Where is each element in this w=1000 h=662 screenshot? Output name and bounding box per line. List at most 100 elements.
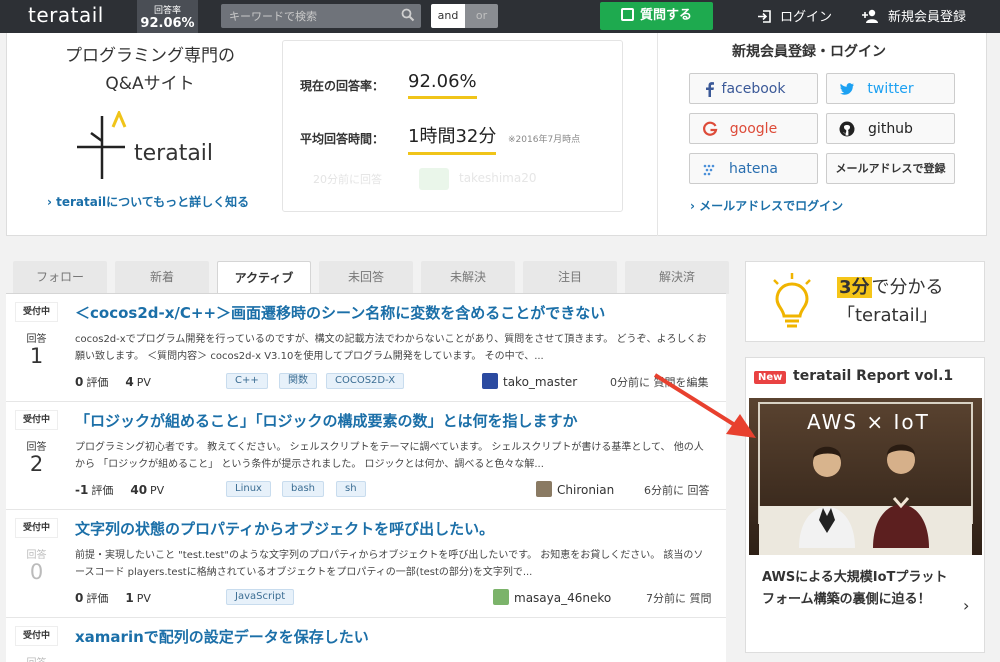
question-user[interactable]: Chironian bbox=[536, 481, 614, 497]
question-title[interactable]: 文字列の状態のプロパティからオブジェクトを呼び出したい。 bbox=[75, 518, 725, 539]
tagline-line-2: Q&Aサイト bbox=[105, 74, 195, 94]
answer-count-label: 回答 bbox=[26, 334, 47, 345]
top-header: teratail 回答率 92.06% and or 質問する ログイン 新規会… bbox=[0, 0, 1000, 33]
score-value: -1 bbox=[75, 483, 89, 497]
email-register-label: メールアドレスで登録 bbox=[835, 162, 946, 175]
tag[interactable]: COCOS2D-X bbox=[326, 373, 405, 389]
avatar bbox=[493, 589, 509, 605]
login-icon bbox=[758, 10, 771, 23]
tab-unresolved[interactable]: 未解決 bbox=[421, 261, 515, 294]
about-ad-text: 3分 で分かる 「teratail」 bbox=[837, 274, 944, 330]
report-card[interactable]: New teratail Report vol.1 AWS × IoT AWSに… bbox=[745, 357, 985, 653]
twitter-button[interactable]: twitter bbox=[826, 73, 955, 104]
status-badge: 受付中 bbox=[16, 519, 57, 537]
tag[interactable]: sh bbox=[336, 481, 366, 497]
question-list: 受付中 回答 1 ＜cocos2d-x/C++＞画面遷移時のシーン名称に変数を含… bbox=[6, 294, 726, 662]
tagline-line-1: プログラミング専門の bbox=[65, 46, 235, 66]
facebook-button[interactable]: facebook bbox=[689, 73, 818, 104]
user-name: tako_master bbox=[503, 375, 578, 389]
answer-rate-label: 回答率 bbox=[153, 6, 181, 16]
login-link[interactable]: ログイン bbox=[757, 6, 832, 25]
question-item: 受付中 回答 2 「ロジックが組めること」「ロジックの構成要素の数」とは何を指し… bbox=[6, 402, 726, 510]
report-photo-caption: AWS × IoT bbox=[807, 410, 930, 434]
search-icon[interactable] bbox=[401, 8, 415, 22]
answer-count-label: 回答 bbox=[16, 654, 57, 662]
pv-value: 1 bbox=[125, 591, 134, 605]
intro-band: プログラミング専門の Q&Aサイト teratail › teratailについ… bbox=[6, 33, 987, 236]
faded-user: takeshima20 bbox=[459, 171, 537, 185]
and-option[interactable]: and bbox=[431, 4, 465, 28]
status-badge: 受付中 bbox=[16, 411, 57, 429]
signup-link[interactable]: 新規会員登録 bbox=[862, 6, 966, 25]
about-teratail-label: teratailについてもっと詳しく知る bbox=[56, 195, 250, 209]
answer-count: 0 bbox=[29, 560, 44, 584]
question-time: 0分前に 質問を編集 bbox=[610, 376, 709, 389]
pv-label: PV bbox=[150, 484, 165, 497]
tab-resolved[interactable]: 解決済 bbox=[625, 261, 729, 294]
status-badge: 受付中 bbox=[16, 627, 57, 645]
faded-activity: 20分前に回答 bbox=[313, 173, 382, 186]
ad-highlight: 3分 bbox=[837, 277, 872, 298]
pv-label: PV bbox=[136, 376, 151, 389]
google-button[interactable]: google bbox=[689, 113, 818, 144]
tab-unanswered[interactable]: 未回答 bbox=[319, 261, 413, 294]
chevron-right-icon: › bbox=[963, 596, 970, 615]
twitter-label: twitter bbox=[867, 81, 914, 97]
tab-follow[interactable]: フォロー bbox=[13, 261, 107, 294]
tag[interactable]: Linux bbox=[226, 481, 271, 497]
avatar bbox=[482, 373, 498, 389]
add-user-icon bbox=[862, 9, 878, 23]
github-button[interactable]: github bbox=[826, 113, 955, 144]
about-ad-banner[interactable]: 3分 で分かる 「teratail」 bbox=[745, 261, 985, 342]
facebook-icon bbox=[706, 82, 714, 97]
about-teratail-link[interactable]: › teratailについてもっと詳しく知る bbox=[47, 193, 249, 210]
tag[interactable]: C++ bbox=[226, 373, 268, 389]
avg-time-value: 1時間32分 bbox=[408, 122, 497, 155]
question-title[interactable]: 「ロジックが組めること」「ロジックの構成要素の数」とは何を指しますか bbox=[75, 410, 725, 431]
score-label: 評価 bbox=[86, 376, 109, 389]
answer-count-label: 回答 bbox=[26, 442, 47, 453]
avg-time-note: ※2016年7月時点 bbox=[508, 135, 581, 145]
question-item: 受付中 回答 0 文字列の状態のプロパティからオブジェクトを呼び出したい。 前提… bbox=[6, 510, 726, 618]
answer-count: 2 bbox=[29, 452, 44, 476]
hatena-button[interactable]: hatena bbox=[689, 153, 818, 184]
question-user[interactable]: masaya_46neko bbox=[493, 589, 611, 605]
ad-text-2: 「teratail」 bbox=[837, 305, 938, 326]
question-excerpt: プログラミング初心者です。 教えてください。 シェルスクリプトをテーマに調べてい… bbox=[75, 442, 704, 470]
site-tagline: プログラミング専門の Q&Aサイト bbox=[55, 42, 245, 98]
current-rate-label: 現在の回答率： bbox=[300, 79, 385, 93]
pv-value: 4 bbox=[125, 375, 134, 389]
answer-count-label: 回答 bbox=[26, 550, 47, 561]
ask-question-button[interactable]: 質問する bbox=[600, 2, 713, 30]
tag[interactable]: JavaScript bbox=[226, 589, 295, 605]
question-tabs: フォロー 新着 アクティブ 未回答 未解決 注目 解決済 bbox=[13, 261, 729, 295]
twitter-icon bbox=[840, 83, 854, 95]
teratail-mark-icon bbox=[77, 111, 127, 179]
question-title[interactable]: ＜cocos2d-x/C++＞画面遷移時のシーン名称に変数を含めることができない bbox=[75, 302, 725, 323]
question-title[interactable]: xamarinで配列の設定データを保存したい bbox=[75, 626, 725, 647]
github-icon bbox=[839, 121, 855, 137]
tab-new[interactable]: 新着 bbox=[115, 261, 209, 294]
faded-avatar bbox=[419, 168, 449, 190]
ad-text-1: で分かる bbox=[871, 277, 944, 298]
status-badge: 受付中 bbox=[16, 303, 57, 321]
lightbulb-icon bbox=[773, 273, 811, 328]
question-time: 6分前に 回答 bbox=[644, 484, 710, 497]
email-register-button[interactable]: メールアドレスで登録 bbox=[826, 153, 955, 184]
question-stats: 0 評価 1 PV bbox=[75, 590, 151, 606]
tag[interactable]: bash bbox=[282, 481, 325, 497]
tag[interactable]: 関数 bbox=[279, 373, 317, 389]
search-input[interactable] bbox=[221, 4, 396, 28]
question-item: 受付中 回答 1 ＜cocos2d-x/C++＞画面遷移時のシーン名称に変数を含… bbox=[6, 294, 726, 402]
hatena-icon bbox=[703, 164, 715, 176]
question-item: 受付中 回答 xamarinで配列の設定データを保存したい bbox=[6, 618, 726, 662]
site-logo[interactable]: teratail bbox=[28, 3, 104, 27]
or-option[interactable]: or bbox=[465, 4, 498, 28]
question-user[interactable]: tako_master bbox=[482, 373, 577, 389]
question-stats: 0 評価 4 PV bbox=[75, 374, 151, 390]
tab-featured[interactable]: 注目 bbox=[523, 261, 617, 294]
signup-label: 新規会員登録 bbox=[888, 10, 967, 25]
email-login-link[interactable]: › メールアドレスでログイン bbox=[690, 197, 843, 214]
tab-active[interactable]: アクティブ bbox=[217, 261, 311, 295]
pv-value: 40 bbox=[130, 483, 148, 497]
